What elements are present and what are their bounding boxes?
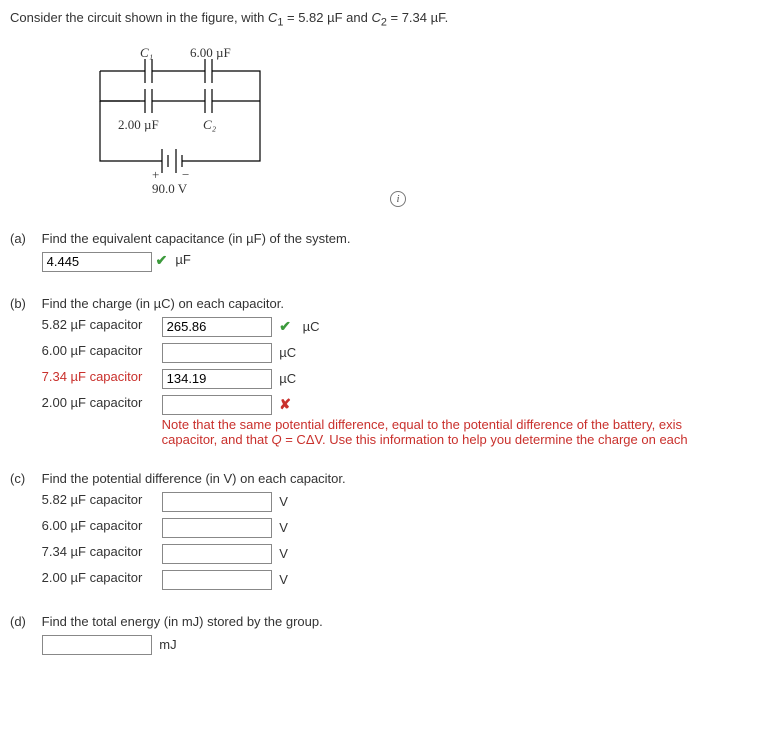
part-d-unit: mJ [159,637,176,652]
part-b-row1-label: 6.00 µF capacitor [42,343,162,358]
part-b-row2-input[interactable] [162,369,272,389]
part-c-row2-unit: V [279,546,288,561]
part-c: (c) Find the potential difference (in V)… [10,471,767,596]
part-b-row1-unit: µC [279,345,296,360]
part-b-row3-label: 2.00 µF capacitor [42,395,162,410]
part-a-label: (a) [10,231,38,246]
part-b-label: (b) [10,296,38,311]
part-c-row0-input[interactable] [162,492,272,512]
circuit-diagram: C₁ 6.00 µF 2.00 µF C₂ + − 90.0 V i [90,41,290,211]
info-icon[interactable]: i [390,191,406,207]
part-b-feedback: Note that the same potential difference,… [162,417,767,447]
part-b-row2-label: 7.34 µF capacitor [42,369,162,384]
part-c-row1-unit: V [279,520,288,535]
part-c-row3-unit: V [279,572,288,587]
part-a-text: Find the equivalent capacitance (in µF) … [42,231,767,246]
cross-icon: ✘ [279,396,291,412]
part-c-row3-label: 2.00 µF capacitor [42,570,162,585]
problem-statement: Consider the circuit shown in the figure… [10,10,767,29]
part-a: (a) Find the equivalent capacitance (in … [10,231,767,278]
part-a-unit: µF [175,252,190,267]
part-a-input[interactable] [42,252,152,272]
part-c-row2-label: 7.34 µF capacitor [42,544,162,559]
part-d: (d) Find the total energy (in mJ) stored… [10,614,767,661]
part-b-row1-input[interactable] [162,343,272,363]
check-icon: ✔ [279,318,291,334]
part-b-row3-input[interactable] [162,395,272,415]
part-b-text: Find the charge (in µC) on each capacito… [42,296,767,311]
part-c-text: Find the potential difference (in V) on … [42,471,767,486]
part-c-row0-label: 5.82 µF capacitor [42,492,162,507]
part-d-label: (d) [10,614,38,629]
part-b-row2-unit: µC [279,371,296,386]
check-icon: ✔ [156,252,168,269]
part-c-row2-input[interactable] [162,544,272,564]
part-c-row3-input[interactable] [162,570,272,590]
part-d-input[interactable] [42,635,152,655]
part-c-row0-unit: V [279,494,288,509]
part-b-row0-unit: µC [303,319,320,334]
part-c-row1-input[interactable] [162,518,272,538]
part-b-row0-label: 5.82 µF capacitor [42,317,162,332]
part-b: (b) Find the charge (in µC) on each capa… [10,296,767,453]
part-c-label: (c) [10,471,38,486]
part-c-row1-label: 6.00 µF capacitor [42,518,162,533]
part-b-row0-input[interactable] [162,317,272,337]
part-d-text: Find the total energy (in mJ) stored by … [42,614,767,629]
